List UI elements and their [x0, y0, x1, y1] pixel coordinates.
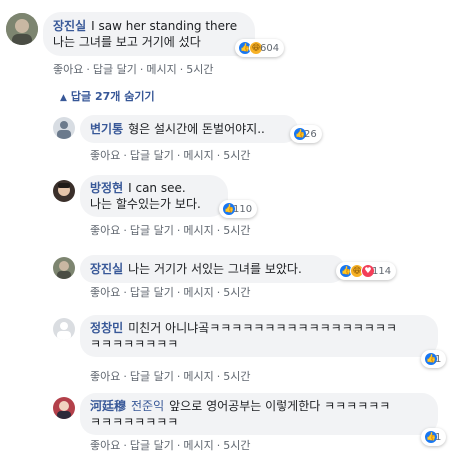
separator: · [123, 439, 127, 452]
reply-text: 나는 거기가 서있는 그녀를 보았다. [128, 262, 302, 276]
reply-actions: 좋아요 · 답글 달기 · 메시지 · 5시간 [90, 368, 250, 384]
chevron-up-icon: ▲ [60, 93, 67, 103]
separator: · [123, 149, 127, 162]
timestamp[interactable]: 5시간 [186, 63, 213, 76]
reply-text-line2: 나는 할수있는가 보다. [90, 197, 201, 211]
reply-text-line2: ㅋㅋㅋㅋㅋㅋㅋㅋ [90, 415, 179, 429]
reply-link[interactable]: 답글 달기 [130, 286, 174, 299]
separator: · [139, 63, 144, 76]
like-link[interactable]: 좋아요 [90, 370, 120, 383]
reply-actions: 좋아요 · 답글 달기 · 메시지 · 5시간 [90, 284, 250, 300]
separator: · [216, 286, 221, 299]
separator: · [176, 439, 181, 452]
reply-author[interactable]: 방정현 [90, 181, 123, 195]
reply-actions: 좋아요 · 답글 달기 · 메시지 · 5시간 [90, 222, 250, 238]
timestamp[interactable]: 5시간 [223, 149, 250, 162]
avatar-photo-icon [53, 397, 75, 419]
message-link[interactable]: 메시지 [183, 149, 213, 162]
message-link[interactable]: 메시지 [183, 370, 213, 383]
avatar-photo-icon [6, 13, 38, 45]
avatar-photo-icon [53, 257, 75, 279]
reaction-count: 1 [435, 431, 442, 443]
comment-author[interactable]: 장진실 [53, 19, 86, 33]
reply-text-line2: ㅋㅋㅋㅋㅋㅋㅋㅋ [90, 337, 179, 351]
separator: · [176, 286, 181, 299]
like-link[interactable]: 좋아요 [90, 224, 120, 237]
message-link[interactable]: 메시지 [183, 439, 213, 452]
mention-link[interactable]: 전준익 [131, 399, 164, 413]
message-link[interactable]: 메시지 [183, 286, 213, 299]
reply-bubble: 河廷穆 전준익 앞으로 영어공부는 이렇게한다 ㅋㅋㅋㅋㅋㅋ ㅋㅋㅋㅋㅋㅋㅋㅋ [80, 393, 438, 435]
avatar[interactable] [53, 180, 75, 202]
timestamp[interactable]: 5시간 [223, 370, 250, 383]
comment-bubble: 장진실 I saw her standing there 나는 그녀를 보고 거기… [43, 12, 255, 56]
separator: · [179, 63, 184, 76]
reaction-count: 1 [435, 353, 442, 365]
like-link[interactable]: 좋아요 [90, 439, 120, 452]
separator: · [216, 370, 221, 383]
like-link[interactable]: 좋아요 [90, 149, 120, 162]
reaction-summary[interactable]: 👍 😆 ♥ 114 [336, 262, 397, 280]
reply-bubble: 정창민 미친거 아니냐곸ㅋㅋㅋㅋㅋㅋㅋㅋㅋㅋㅋㅋㅋㅋㅋㅋㅋ ㅋㅋㅋㅋㅋㅋㅋㅋ [80, 315, 438, 357]
default-avatar-icon [53, 318, 75, 340]
reply-author[interactable]: 정창민 [90, 321, 123, 335]
avatar-photo-icon [53, 117, 75, 139]
separator: · [123, 370, 127, 383]
reply-bubble: 방정현 I can see. 나는 할수있는가 보다. [80, 175, 228, 217]
reply-link[interactable]: 답글 달기 [130, 149, 174, 162]
reply-author[interactable]: 河廷穆 [90, 399, 126, 413]
avatar[interactable] [53, 117, 75, 139]
message-link[interactable]: 메시지 [183, 224, 213, 237]
reaction-summary[interactable]: 👍 110 [219, 200, 258, 218]
reply-bubble: 장진실 나는 거기가 서있는 그녀를 보았다. [80, 255, 345, 283]
reply-text-line1: I can see. [128, 181, 186, 195]
separator: · [176, 149, 181, 162]
separator: · [123, 224, 127, 237]
reply-link[interactable]: 답글 달기 [130, 439, 174, 452]
reaction-summary[interactable]: 👍 1 [421, 428, 447, 446]
separator: · [86, 63, 90, 76]
like-link[interactable]: 좋아요 [53, 63, 83, 76]
avatar[interactable] [53, 318, 75, 340]
separator: · [216, 149, 221, 162]
reaction-summary[interactable]: 👍 1 [421, 350, 447, 368]
reply-author[interactable]: 장진실 [90, 262, 123, 276]
reply-link[interactable]: 답글 달기 [130, 370, 174, 383]
like-link[interactable]: 좋아요 [90, 286, 120, 299]
reply-text-line1: 미친거 아니냐곸ㅋㅋㅋㅋㅋㅋㅋㅋㅋㅋㅋㅋㅋㅋㅋㅋㅋ [128, 321, 397, 335]
comment-text-line2: 나는 그녀를 보고 거기에 섰다 [53, 35, 201, 49]
reaction-count: 110 [233, 203, 253, 215]
message-link[interactable]: 메시지 [146, 63, 176, 76]
reaction-count: 604 [260, 42, 280, 54]
avatar[interactable] [53, 397, 75, 419]
reply-link[interactable]: 답글 달기 [130, 224, 174, 237]
hide-replies-toggle[interactable]: ▲ 답글 27개 숨기기 [60, 88, 155, 104]
timestamp[interactable]: 5시간 [223, 439, 250, 452]
hide-replies-label: 답글 27개 숨기기 [70, 90, 155, 103]
timestamp[interactable]: 5시간 [223, 224, 250, 237]
reaction-summary[interactable]: 👍 26 [290, 125, 322, 143]
timestamp[interactable]: 5시간 [223, 286, 250, 299]
comment-text-line1: I saw her standing there [91, 19, 238, 33]
reply-bubble: 변기통 형은 설시간에 돈벌어야지.. [80, 115, 298, 143]
reply-text: 형은 설시간에 돈벌어야지.. [128, 122, 265, 136]
reply-text-line1: 앞으로 영어공부는 이렇게한다 ㅋㅋㅋㅋㅋㅋ [169, 399, 391, 413]
reply-actions: 좋아요 · 답글 달기 · 메시지 · 5시간 [90, 147, 250, 163]
reaction-count: 114 [372, 265, 392, 277]
comment-actions: 좋아요 · 답글 달기 · 메시지 · 5시간 [53, 61, 213, 77]
separator: · [216, 439, 221, 452]
reaction-count: 26 [304, 128, 317, 140]
avatar-photo-icon [53, 180, 75, 202]
reply-author[interactable]: 변기통 [90, 122, 123, 136]
reaction-summary[interactable]: 👍 😆 604 [235, 39, 285, 57]
separator: · [123, 286, 127, 299]
reply-actions: 좋아요 · 답글 달기 · 메시지 · 5시간 [90, 437, 250, 453]
separator: · [176, 224, 181, 237]
avatar[interactable] [53, 257, 75, 279]
reply-link[interactable]: 답글 달기 [93, 63, 137, 76]
separator: · [176, 370, 181, 383]
separator: · [216, 224, 221, 237]
avatar[interactable] [6, 13, 38, 45]
